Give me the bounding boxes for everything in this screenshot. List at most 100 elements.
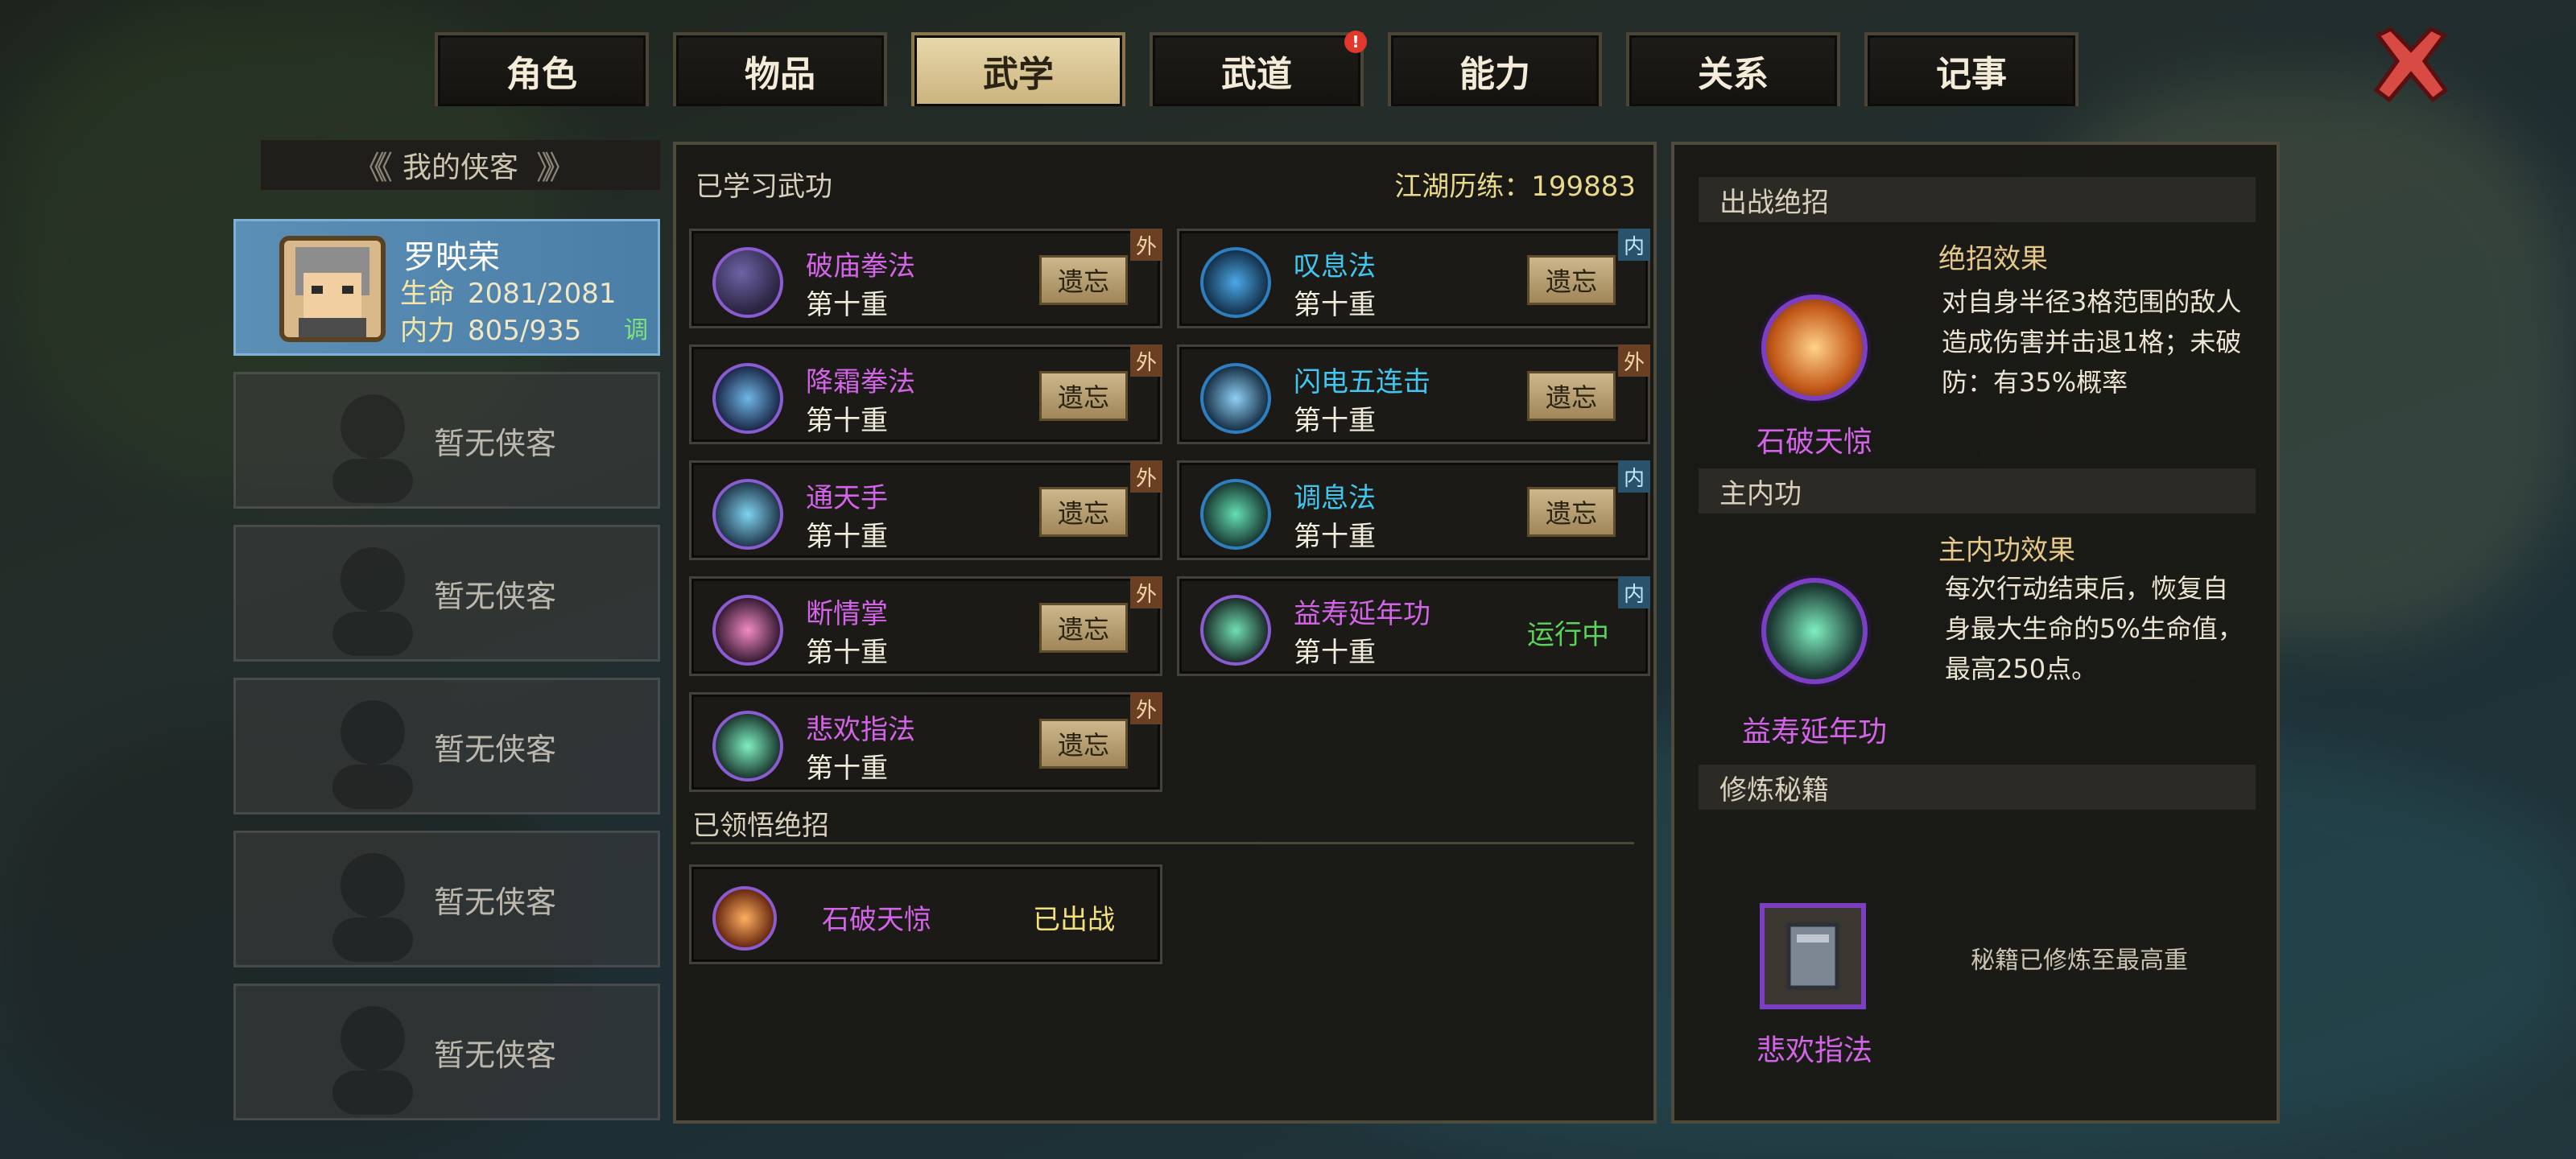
skill-type-badge: 外: [1130, 229, 1162, 261]
tab-martial-way[interactable]: 武道 !: [1150, 31, 1367, 106]
hero-list-header[interactable]: 《《 我的侠客 》》: [261, 140, 660, 190]
hero-slot-empty[interactable]: 暂无侠客: [233, 525, 660, 662]
skill-card[interactable]: 调息法 第十重 遗忘 内: [1177, 460, 1650, 560]
longevity-skill-icon: [1200, 595, 1271, 666]
hero-list-title: 我的侠客: [402, 151, 518, 184]
forget-button[interactable]: 遗忘: [1039, 719, 1128, 769]
skill-type-badge: 内: [1618, 460, 1650, 493]
explosion-icon[interactable]: [1761, 295, 1868, 401]
skill-level: 第十重: [806, 521, 888, 553]
main-effect-title: 主内功效果: [1938, 534, 2075, 567]
skill-name: 断情掌: [806, 598, 888, 630]
hero-card-selected[interactable]: 罗映荣 生命 2081/2081 内力 805/935 调: [233, 219, 660, 356]
battle-skill-name: 石破天惊: [1756, 426, 1872, 459]
skill-card[interactable]: 通天手 第十重 遗忘 外: [689, 460, 1162, 560]
longevity-icon[interactable]: [1761, 578, 1868, 684]
chevron-right-icon[interactable]: 》》: [536, 142, 576, 188]
breath-skill-icon: [1200, 247, 1271, 318]
heaven-hand-skill-icon: [712, 479, 783, 550]
hero-slot-empty[interactable]: 暂无侠客: [233, 678, 660, 815]
hero-mp: 内力 805/935: [400, 315, 582, 347]
forget-button[interactable]: 遗忘: [1039, 603, 1128, 653]
skill-name: 降霜拳法: [806, 366, 915, 398]
skill-name: 通天手: [806, 482, 888, 514]
forget-button[interactable]: 遗忘: [1527, 255, 1616, 305]
main-effect-text: 每次行动结束后，恢复自身最大生命的5%生命值，最高250点。: [1945, 573, 2244, 684]
silhouette-icon: [332, 1006, 413, 1115]
skill-name: 闪电五连击: [1294, 366, 1430, 398]
tab-abilities[interactable]: 能力: [1388, 32, 1602, 106]
skill-card[interactable]: 降霜拳法 第十重 遗忘 外: [689, 344, 1162, 444]
skill-card[interactable]: 闪电五连击 第十重 遗忘 外: [1177, 344, 1650, 444]
skill-level: 第十重: [1294, 521, 1376, 553]
hero-hp: 生命 2081/2081: [400, 278, 617, 310]
ultimate-status: 已出战: [1033, 904, 1115, 936]
hero-adjust-button[interactable]: 调: [624, 310, 648, 345]
tab-journal[interactable]: 记事: [1864, 32, 2079, 106]
skill-name: 悲欢指法: [806, 714, 915, 746]
skill-name: 叹息法: [1294, 250, 1376, 283]
ultimate-section-title: 已领悟绝招: [692, 810, 829, 842]
skill-level: 第十重: [1294, 289, 1376, 321]
tab-bar: 角色 物品 武学 武道 ! 能力 关系 记事: [435, 31, 2079, 106]
lightning-skill-icon: [1200, 363, 1271, 434]
forget-button[interactable]: 遗忘: [1039, 255, 1128, 305]
tab-relations[interactable]: 关系: [1626, 32, 1840, 106]
experience-counter: 江湖历练：199883: [1394, 171, 1636, 203]
silhouette-icon: [332, 853, 413, 962]
skill-card[interactable]: 悲欢指法 第十重 遗忘 外: [689, 692, 1162, 792]
frost-skill-icon: [712, 363, 783, 434]
cultivation-book-header: 修炼秘籍: [1699, 765, 2256, 810]
section-divider: [691, 842, 1634, 844]
running-status: 运行中: [1527, 619, 1609, 651]
fist-skill-icon: [712, 247, 783, 318]
tab-character[interactable]: 角色: [435, 32, 649, 106]
skill-type-badge: 外: [1130, 344, 1162, 377]
skill-level: 第十重: [1294, 405, 1376, 437]
book-name: 悲欢指法: [1756, 1034, 1872, 1067]
broken-heart-skill-icon: [712, 595, 783, 666]
chevron-left-icon[interactable]: 《《: [353, 142, 393, 188]
skill-level: 第十重: [806, 289, 888, 321]
skill-type-badge: 外: [1618, 344, 1650, 377]
skill-card[interactable]: 益寿延年功 第十重 运行中 内: [1177, 576, 1650, 676]
battle-skill-header: 出战绝招: [1699, 177, 2256, 222]
skill-card[interactable]: 叹息法 第十重 遗忘 内: [1177, 229, 1650, 328]
skill-level: 第十重: [806, 753, 888, 785]
battle-effect-title: 绝招效果: [1938, 243, 2048, 275]
tab-items[interactable]: 物品: [673, 32, 887, 106]
close-icon[interactable]: [2367, 21, 2455, 109]
skill-type-badge: 外: [1130, 460, 1162, 493]
ultimate-name: 石破天惊: [822, 904, 931, 936]
hero-slot-empty[interactable]: 暂无侠客: [233, 984, 660, 1120]
battle-effect-text: 对自身半径3格范围的敌人造成伤害并击退1格；未破防：有35%概率: [1942, 287, 2242, 398]
hero-slot-empty[interactable]: 暂无侠客: [233, 831, 660, 967]
skill-type-badge: 外: [1130, 692, 1162, 724]
tab-martial-arts[interactable]: 武学: [911, 32, 1125, 106]
silhouette-icon: [332, 547, 413, 656]
skill-card[interactable]: 断情掌 第十重 遗忘 外: [689, 576, 1162, 676]
forget-button[interactable]: 遗忘: [1039, 371, 1128, 421]
notification-badge: !: [1344, 31, 1367, 53]
forget-button[interactable]: 遗忘: [1527, 371, 1616, 421]
book-icon[interactable]: [1760, 903, 1866, 1009]
heart-breath-skill-icon: [1200, 479, 1271, 550]
skill-name: 益寿延年功: [1294, 598, 1430, 630]
silhouette-icon: [332, 394, 413, 503]
ultimate-card[interactable]: 石破天惊 已出战: [689, 864, 1162, 964]
learned-skills-title: 已学习武功: [696, 171, 832, 203]
silhouette-icon: [332, 700, 413, 809]
skill-card[interactable]: 破庙拳法 第十重 遗忘 外: [689, 229, 1162, 328]
finger-skill-icon: [712, 711, 783, 782]
main-internal-header: 主内功: [1699, 468, 2256, 514]
detail-panel: 出战绝招 石破天惊 绝招效果 对自身半径3格范围的敌人造成伤害并击退1格；未破防…: [1671, 142, 2280, 1124]
skill-level: 第十重: [806, 405, 888, 437]
hero-slot-empty[interactable]: 暂无侠客: [233, 372, 660, 509]
skill-level: 第十重: [1294, 637, 1376, 669]
skill-name: 破庙拳法: [806, 250, 915, 283]
forget-button[interactable]: 遗忘: [1039, 487, 1128, 537]
hero-avatar: [279, 236, 386, 342]
main-internal-name: 益寿延年功: [1741, 716, 1887, 749]
forget-button[interactable]: 遗忘: [1527, 487, 1616, 537]
explosion-icon: [712, 886, 777, 951]
